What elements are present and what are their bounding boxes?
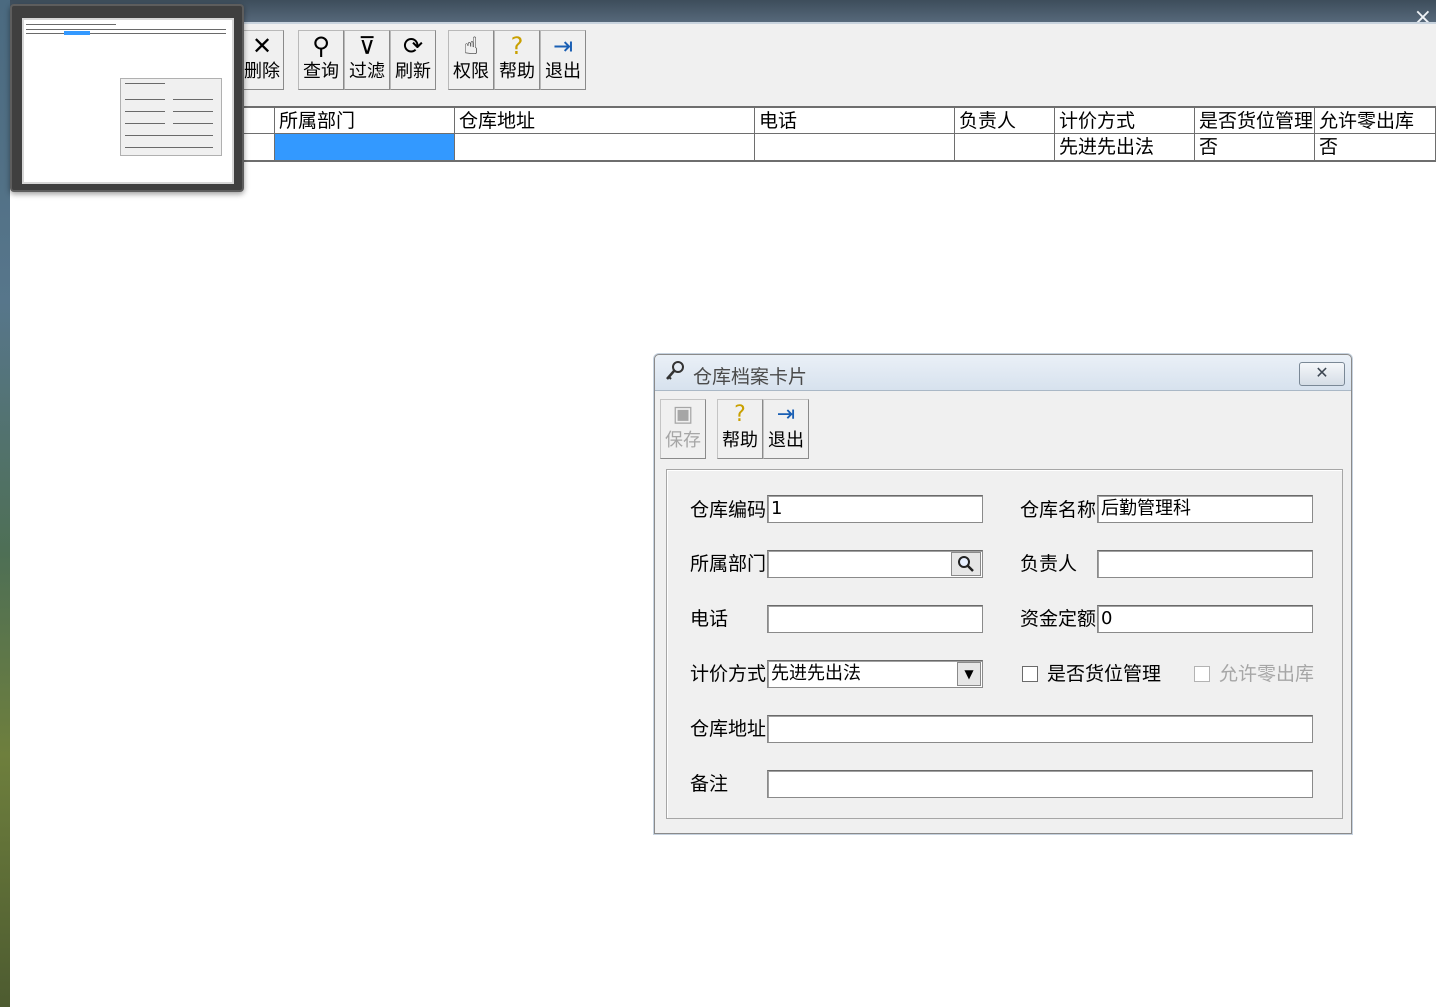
- refresh-button[interactable]: ⟳ 刷新: [390, 30, 436, 90]
- department-lookup-button[interactable]: [951, 552, 981, 576]
- chevron-down-icon[interactable]: ▼: [957, 662, 981, 686]
- fund-quota-label: 资金定额: [1020, 608, 1097, 630]
- permission-label: 权限: [453, 61, 489, 82]
- warehouse-card-dialog: 仓库档案卡片 ✕ ▣ 保存 ? 帮助 ⇥ 退出 仓库编码 1 仓库名称 后勤管理…: [654, 354, 1352, 834]
- manager-input[interactable]: [1097, 550, 1313, 578]
- manager-label: 负责人: [1020, 553, 1078, 575]
- dialog-exit-button[interactable]: ⇥ 退出: [763, 399, 809, 459]
- allow-zero-label: 允许零出库: [1219, 663, 1315, 685]
- phone-input[interactable]: [767, 605, 983, 633]
- thumbnail-image: [22, 18, 234, 184]
- column-header-pricing[interactable]: 计价方式: [1054, 108, 1194, 133]
- refresh-icon: ⟳: [402, 32, 424, 60]
- save-label: 保存: [665, 430, 701, 451]
- pricing-method-label: 计价方式: [690, 663, 767, 685]
- filter-icon: ⊽: [358, 32, 376, 60]
- dialog-close-button[interactable]: ✕: [1299, 362, 1345, 386]
- allow-zero-checkbox[interactable]: [1194, 666, 1210, 682]
- address-label: 仓库地址: [690, 718, 767, 740]
- table-cell-location-mgmt[interactable]: 否: [1194, 134, 1314, 160]
- permission-hand-icon: ☝: [463, 32, 479, 60]
- table-cell-pricing[interactable]: 先进先出法: [1054, 134, 1194, 160]
- exit-label: 退出: [545, 61, 581, 82]
- save-button[interactable]: ▣ 保存: [660, 399, 706, 459]
- column-header-dept[interactable]: 所属部门: [274, 108, 454, 133]
- filter-button[interactable]: ⊽ 过滤: [344, 30, 390, 90]
- help-button[interactable]: ? 帮助: [494, 30, 540, 90]
- pricing-method-select[interactable]: 先进先出法 ▼: [767, 660, 983, 688]
- dialog-title: 仓库档案卡片: [693, 366, 808, 388]
- binoculars-icon: ⚲: [312, 32, 330, 60]
- form-panel: 仓库编码 1 仓库名称 后勤管理科 所属部门 负责人 电话 资金定额 0 计价方…: [666, 469, 1343, 819]
- exit-door-icon: ⇥: [776, 402, 796, 427]
- remark-input[interactable]: [767, 770, 1313, 798]
- column-header-allow-zero[interactable]: 允许零出库: [1314, 108, 1436, 133]
- key-icon: [663, 359, 687, 389]
- warehouse-name-label: 仓库名称: [1020, 499, 1097, 521]
- close-icon: ✕: [1315, 363, 1329, 382]
- query-button[interactable]: ⚲ 查询: [298, 30, 344, 90]
- table-cell-allow-zero[interactable]: 否: [1314, 134, 1436, 160]
- address-input[interactable]: [767, 715, 1313, 743]
- permission-button[interactable]: ☝ 权限: [448, 30, 494, 90]
- delete-button[interactable]: ✕ 删除: [240, 30, 284, 90]
- fund-quota-input[interactable]: 0: [1097, 605, 1313, 633]
- department-input[interactable]: [767, 550, 983, 578]
- column-header-manager[interactable]: 负责人: [954, 108, 1054, 133]
- exit-button[interactable]: ⇥ 退出: [540, 30, 586, 90]
- delete-x-icon: ✕: [251, 32, 273, 60]
- dialog-help-label: 帮助: [722, 430, 758, 451]
- filter-label: 过滤: [349, 61, 385, 82]
- column-header-address[interactable]: 仓库地址: [454, 108, 754, 133]
- table-cell-manager[interactable]: [954, 134, 1054, 160]
- magnifier-icon: [958, 556, 974, 572]
- column-header-location-mgmt[interactable]: 是否货位管理: [1194, 108, 1314, 133]
- column-header-phone[interactable]: 电话: [754, 108, 954, 133]
- query-label: 查询: [303, 61, 339, 82]
- department-label: 所属部门: [690, 553, 767, 575]
- dialog-exit-label: 退出: [768, 430, 804, 451]
- exit-door-icon: ⇥: [552, 32, 574, 60]
- location-mgmt-label: 是否货位管理: [1047, 663, 1162, 685]
- refresh-label: 刷新: [395, 61, 431, 82]
- table-cell-phone[interactable]: [754, 134, 954, 160]
- remark-label: 备注: [690, 773, 729, 795]
- table-cell-dept[interactable]: [274, 134, 454, 160]
- window-thumbnail-preview[interactable]: [10, 4, 244, 192]
- phone-label: 电话: [690, 608, 729, 630]
- warehouse-code-label: 仓库编码: [690, 499, 767, 521]
- delete-label: 删除: [244, 61, 280, 82]
- table-cell-address[interactable]: [454, 134, 754, 160]
- warehouse-code-input[interactable]: 1: [767, 495, 983, 523]
- dialog-title-bar[interactable]: 仓库档案卡片 ✕: [655, 355, 1351, 391]
- help-question-icon: ?: [734, 402, 746, 427]
- save-disk-icon: ▣: [672, 402, 694, 427]
- dialog-help-button[interactable]: ? 帮助: [717, 399, 763, 459]
- location-mgmt-checkbox[interactable]: [1022, 666, 1038, 682]
- desktop-background-strip: [0, 0, 10, 1007]
- help-label: 帮助: [499, 61, 535, 82]
- warehouse-name-input[interactable]: 后勤管理科: [1097, 495, 1313, 523]
- pricing-method-value: 先进先出法: [771, 663, 861, 684]
- help-question-icon: ?: [510, 32, 524, 60]
